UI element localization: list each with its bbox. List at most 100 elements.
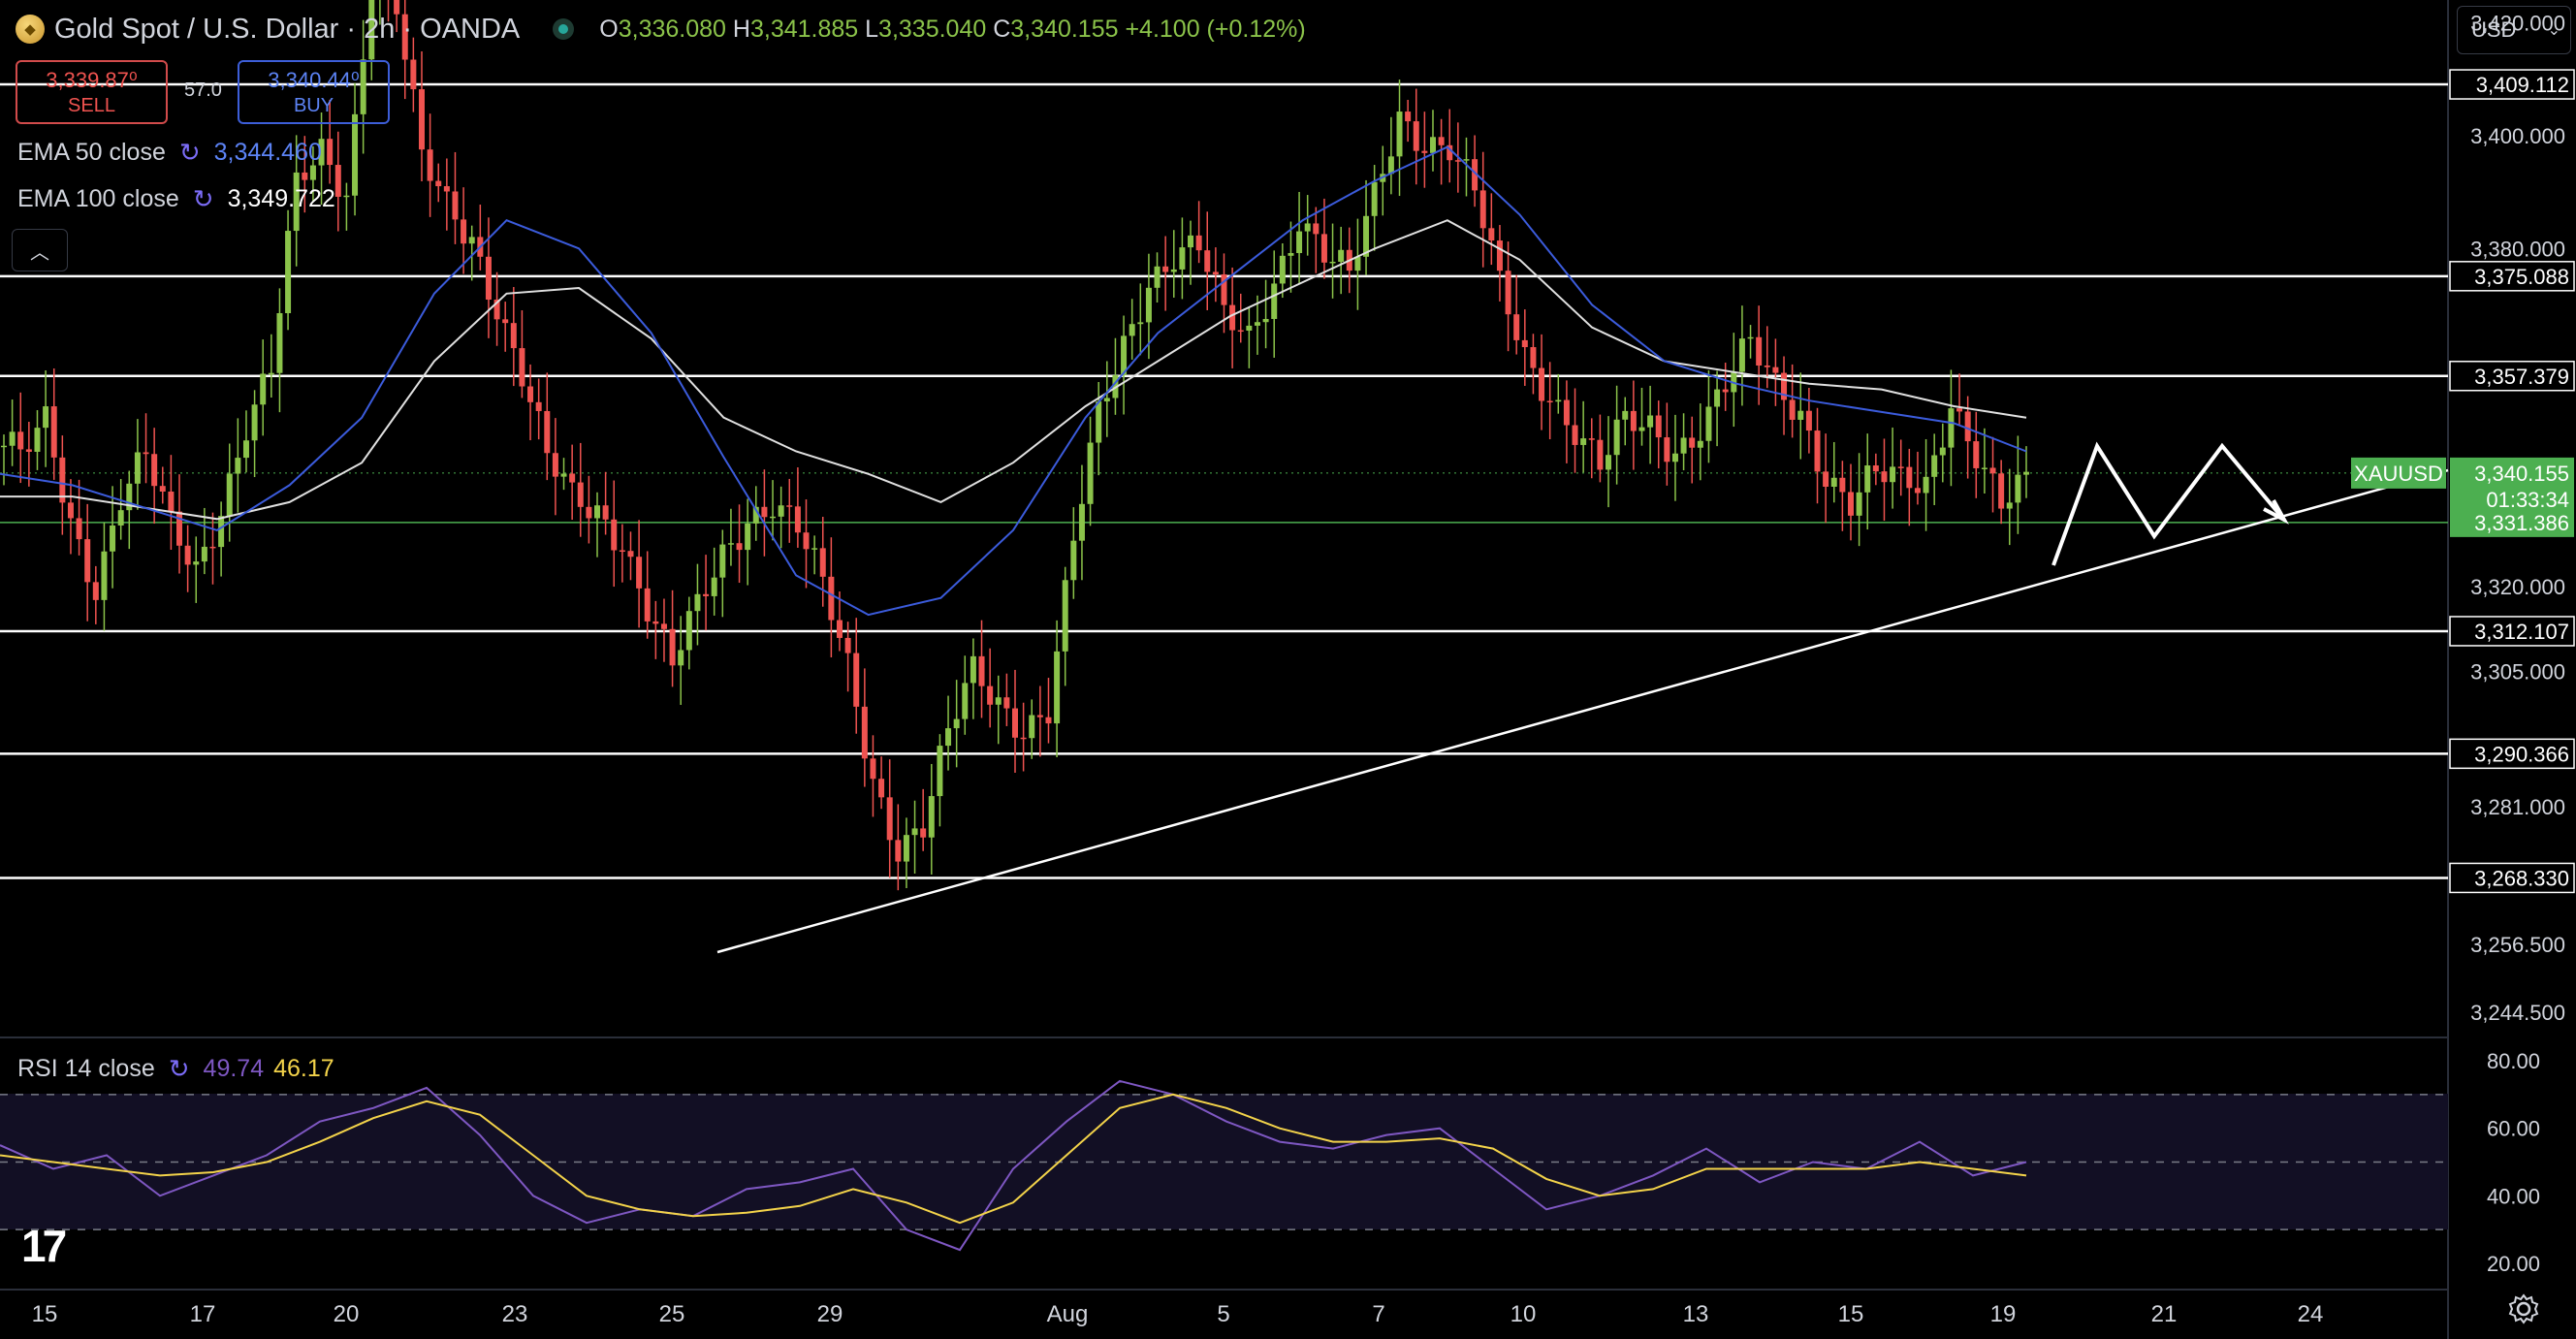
refresh-icon[interactable]: ↻ (179, 138, 201, 168)
candle-body (678, 650, 684, 666)
candle-body (268, 372, 274, 375)
candle-body (719, 544, 726, 578)
candle-body (962, 683, 969, 719)
candle-body (778, 505, 784, 517)
chart-canvas[interactable]: 3,420.0003,400.0003,380.0003,305.0003,28… (0, 0, 2576, 1339)
candle-body (970, 655, 976, 684)
sell-button[interactable]: 3,339.87⁰ SELL (16, 60, 168, 124)
candle-body (1229, 304, 1236, 331)
candle-body (260, 373, 267, 405)
buy-button[interactable]: 3,340.44⁰ BUY (238, 60, 390, 124)
candle-body (1154, 266, 1161, 288)
tradingview-logo-icon[interactable]: 17 (21, 1220, 67, 1272)
ema100-legend[interactable]: EMA 100 close ↻ 3,349.722 (17, 184, 335, 214)
last-price-label: 3,340.155 (2474, 462, 2569, 486)
candle-body (84, 539, 91, 583)
candle-body (1906, 466, 1913, 489)
candle-body (652, 621, 659, 624)
candle-body (9, 431, 16, 446)
gear-icon[interactable] (2507, 1292, 2540, 1325)
candle-body (1722, 389, 1729, 393)
candle-body (535, 401, 542, 411)
candle-body (43, 406, 49, 429)
candle-body (1563, 399, 1570, 426)
candle-body (1237, 330, 1244, 333)
countdown-label: 01:33:34 (2486, 488, 2569, 512)
collapse-legend-button[interactable]: ︿ (12, 229, 68, 271)
candle-body (1973, 441, 1980, 468)
price-level-tag-label: 3,331.386 (2474, 511, 2569, 535)
time-tick-label: 29 (817, 1301, 843, 1327)
trend-line[interactable] (716, 468, 2449, 954)
candle-body (1588, 438, 1595, 440)
candle-body (1129, 324, 1135, 336)
candle-body (1664, 437, 1670, 462)
rsi-legend[interactable]: RSI 14 close ↻ 49.74 46.17 (17, 1054, 334, 1084)
candle-body (1254, 322, 1260, 326)
candle-body (92, 582, 99, 600)
market-open-icon (553, 18, 575, 40)
change-value: +4.100 (+0.12%) (1125, 15, 1306, 43)
candle-body (67, 502, 74, 519)
time-tick-label: 19 (1990, 1301, 2017, 1327)
rsi-tick-label: 40.00 (2487, 1184, 2540, 1208)
refresh-icon[interactable]: ↻ (193, 184, 214, 214)
time-tick-label: 15 (32, 1301, 58, 1327)
candle-body (1062, 580, 1068, 652)
candle-body (1864, 465, 1871, 493)
candle-body (602, 505, 609, 520)
candle-body (1179, 247, 1186, 270)
candle-body (1989, 467, 1996, 474)
candle-body (1304, 223, 1311, 232)
candle-body (594, 505, 601, 519)
candle-body (1354, 256, 1361, 271)
candle-body (1020, 737, 1027, 740)
spread-value: 57.0 (184, 80, 222, 101)
chevron-down-icon: ⌄ (2547, 22, 2560, 39)
candle-body (836, 620, 843, 638)
candle-body (1555, 399, 1562, 402)
candle-body (1429, 137, 1436, 153)
time-tick-label: 21 (2151, 1301, 2178, 1327)
candle-body (235, 458, 241, 474)
candle-body (352, 113, 359, 196)
price-level-tag-label: 3,290.366 (2474, 742, 2569, 766)
candle-body (1413, 121, 1419, 151)
candle-body (1087, 442, 1094, 504)
candle-body (468, 237, 475, 244)
symbol-title[interactable]: Gold Spot / U.S. Dollar · 2h · OANDA (54, 14, 520, 46)
candle-body (502, 319, 509, 324)
price-tick-label: 3,281.000 (2470, 795, 2565, 819)
currency-select[interactable]: USD ⌄ (2457, 6, 2571, 54)
candle-body (1054, 651, 1061, 724)
candle-body (853, 653, 860, 707)
candle-body (1288, 253, 1294, 256)
candle-body (209, 546, 216, 549)
price-level-tag-label: 3,268.330 (2474, 866, 2569, 890)
rsi-tick-label: 60.00 (2487, 1117, 2540, 1141)
candle-body (1856, 492, 1862, 516)
candle-body (1622, 410, 1629, 420)
candle-body (1204, 250, 1211, 272)
ema50-legend[interactable]: EMA 50 close ↻ 3,344.460 (17, 138, 322, 168)
candle-body (627, 551, 634, 558)
candle-body (828, 576, 835, 621)
candle-body (1296, 231, 1303, 254)
candle-body (418, 89, 425, 150)
candle-body (1981, 467, 1988, 469)
candle-body (218, 516, 225, 548)
refresh-icon[interactable]: ↻ (169, 1054, 190, 1084)
price-tick-label: 3,320.000 (2470, 575, 2565, 599)
candle-body (903, 835, 909, 862)
candle-body (1539, 367, 1545, 401)
candle-body (1789, 399, 1796, 420)
candle-body (619, 550, 625, 553)
candle-body (1405, 112, 1412, 122)
candle-body (461, 219, 467, 244)
candle-body (1738, 338, 1745, 372)
candle-body (334, 165, 341, 197)
candle-body (703, 593, 710, 596)
ohlc-values: O3,336.080 H3,341.885 L3,335.040 C3,340.… (599, 15, 1306, 43)
candle-body (911, 828, 918, 836)
candle-body (1671, 453, 1678, 462)
